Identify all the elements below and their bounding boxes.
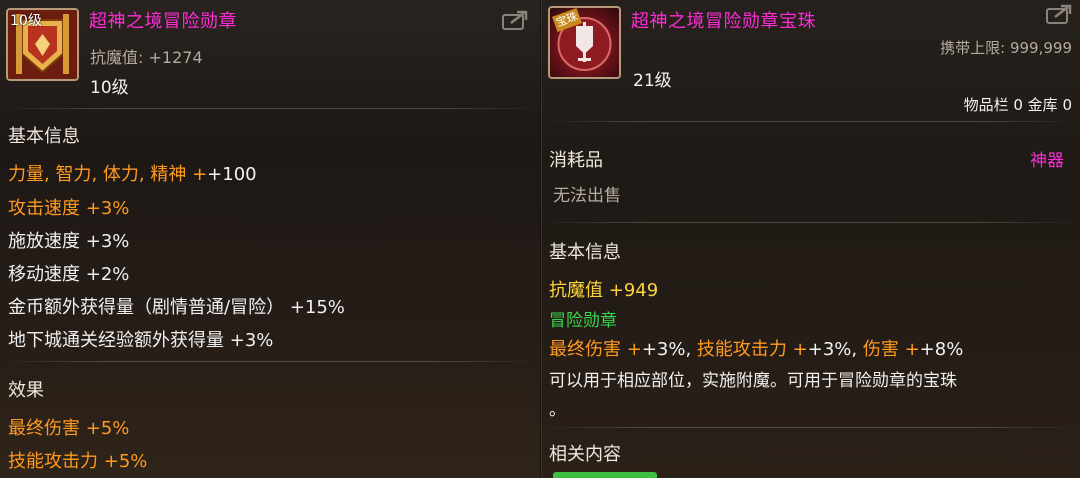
stat-value: +3% [85,198,130,219]
stat-line: 施放速度 +3% [8,227,129,253]
stat-value: +2% [85,264,130,285]
bonus-value: +3%, [641,339,692,360]
share-icon[interactable] [1046,4,1072,24]
resist-label: 抗魔值 [549,280,603,301]
resist-value: +949 [608,280,659,301]
orb-tooltip-panel [541,0,1080,478]
section-basic-info: 基本信息 [8,126,80,147]
item-title: 超神之境冒险勋章宝珠 [631,11,816,32]
section-related: 相关内容 [549,444,621,465]
stat-label: 移动速度 [8,264,80,285]
orb-icon[interactable]: 宝珠 [548,6,621,79]
stat-line: 攻击速度 +3% [8,194,129,220]
bonus-line: 最终伤害 ++3%, 技能攻击力 ++3%, 伤害 ++8% [549,339,964,360]
stat-value: +3% [229,330,274,351]
description-line: 可以用于相应部位，实施附魔。可用于冒险勋章的宝珠 [549,371,957,391]
bonus-label: 最终伤害 [549,339,621,360]
carry-limit: 携带上限: 999,999 [940,39,1072,57]
item-level: 10级 [90,78,129,98]
stat-label: 地下城通关经验额外获得量 [8,330,224,351]
effect-value: +5% [103,451,148,472]
stat-line: 力量, 智力, 体力, 精神 ++100 [8,164,257,185]
effect-label: 最终伤害 [8,418,80,439]
bonus-value: +8% [919,339,964,360]
section-effect: 效果 [8,380,44,401]
item-title: 超神之境冒险勋章 [89,11,237,32]
item-type: 消耗品 [549,150,603,171]
bonus-label: 伤害 [862,339,899,360]
stat-line: 地下城通关经验额外获得量 +3% [8,326,273,352]
stat-label: 力量, 智力, 体力, 精神 [8,164,187,185]
slot-label: 冒险勋章 [549,311,617,331]
effect-line: 技能攻击力 +5% [8,447,147,473]
effect-label: 技能攻击力 [8,451,98,472]
bonus-label: 技能攻击力 [696,339,787,360]
medal-tooltip-panel: 10级 超神之境冒险勋章 抗魔值: +1274 10级 基本信息 力量, 智力,… [0,0,540,478]
medal-icon[interactable]: 10级 [6,8,79,81]
divider [0,361,540,362]
share-icon[interactable] [502,10,528,30]
divider [541,427,1080,428]
rarity-label: 神器 [1030,151,1064,171]
resist-label: 抗魔值: [90,48,144,67]
stat-value: +3% [85,231,130,252]
description-line: 。 [549,400,566,420]
storage-count: 物品栏 0 金库 0 [963,96,1072,114]
resist-stat: 抗魔值: +1274 [90,44,203,68]
stat-line: 金币额外获得量（剧情普通/冒险） +15% [8,293,345,319]
resist-value: +1274 [148,48,203,67]
effect-line: 最终伤害 +5% [8,414,129,440]
section-basic-info: 基本信息 [549,242,621,263]
stat-line: 移动速度 +2% [8,260,129,286]
related-button[interactable] [553,472,657,478]
stat-label: 攻击速度 [8,198,80,219]
stat-value: +15% [289,297,345,318]
divider [541,121,1080,122]
item-level: 21级 [633,71,672,91]
bonus-value: +3%, [807,339,858,360]
stat-label: 金币额外获得量（剧情普通/冒险） [8,297,285,318]
stat-value: +100 [207,164,257,185]
effect-value: +5% [85,418,130,439]
divider [0,108,540,109]
resist-line: 抗魔值 +949 [549,276,658,302]
divider [541,222,1080,223]
stat-label: 施放速度 [8,231,80,252]
sell-status: 无法出售 [553,186,621,206]
icon-level-badge: 10级 [10,13,42,29]
